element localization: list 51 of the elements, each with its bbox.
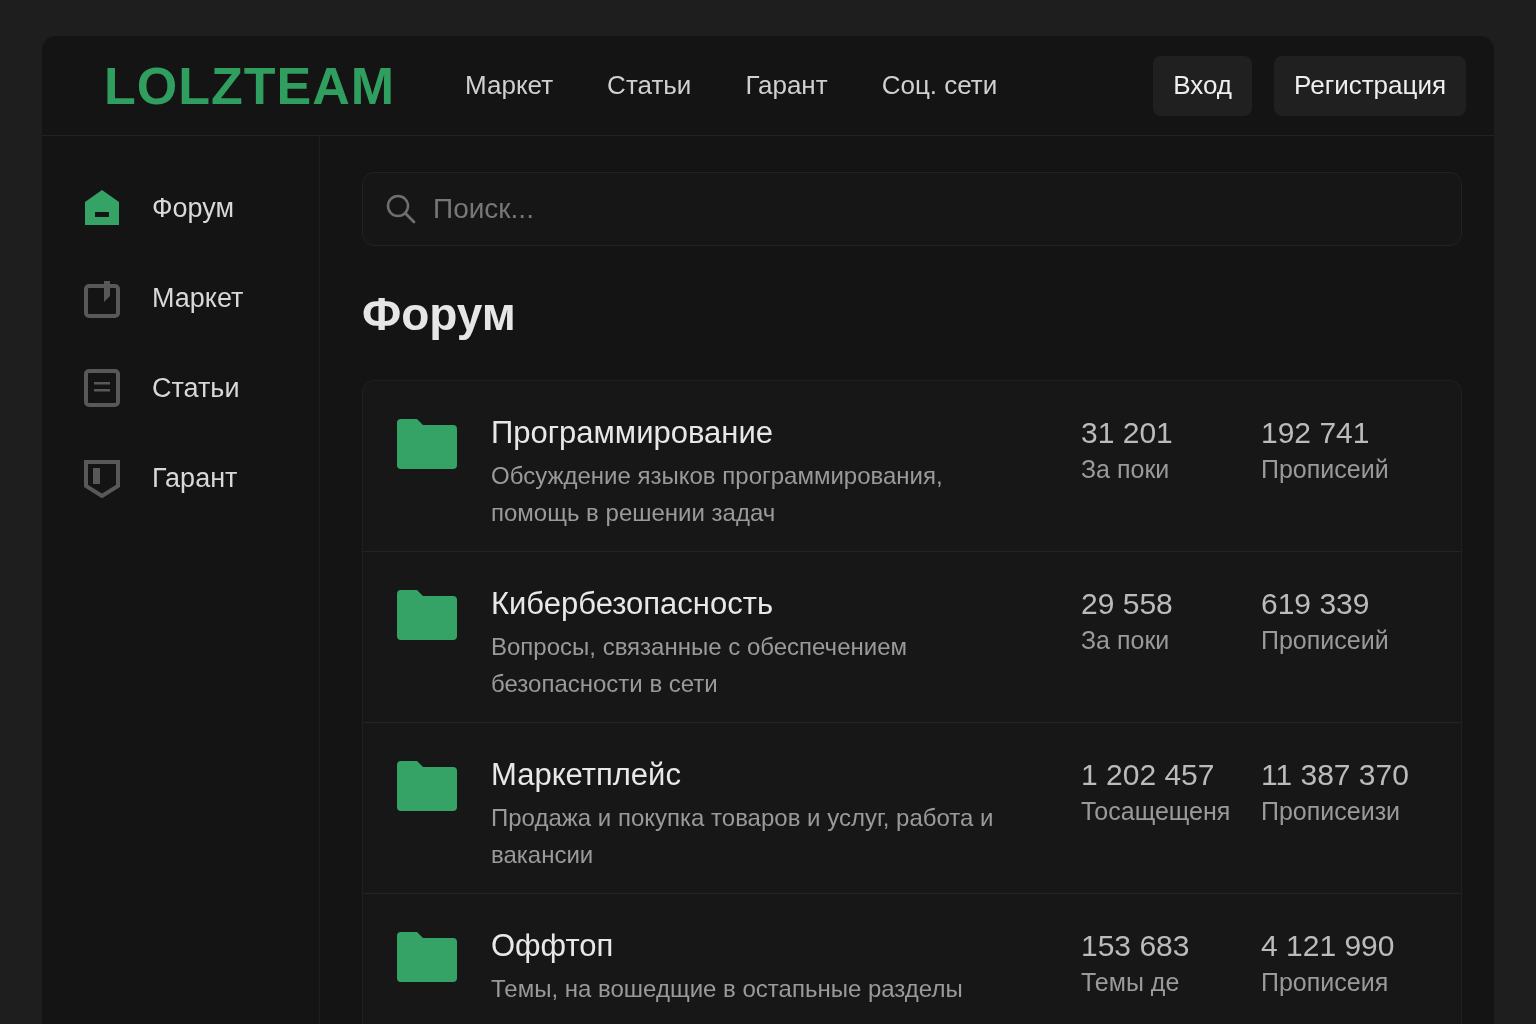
stat-label: Прописеизи — [1261, 796, 1402, 827]
folder-icon — [397, 932, 457, 982]
nav-link[interactable]: Соц. сети — [881, 70, 998, 101]
stat-label: Тосащещеня — [1081, 796, 1232, 827]
folder-icon — [397, 761, 457, 811]
sidebar-item[interactable]: Статьи — [82, 368, 319, 408]
stat-label: Прописеия — [1261, 967, 1390, 998]
stat-label: Прописеий — [1261, 625, 1390, 656]
search-input[interactable]: Поиск... — [431, 192, 1439, 226]
forum-row[interactable]: Маркетплейс Продажа и покупка товаров и услуг, работа и вакансии 1 202 457 Тосащещеня 11 387 370 Прописеизи — [363, 723, 1461, 894]
folder-icon — [397, 590, 457, 640]
forum-row[interactable]: Программирование Обсуждение языков программирования, помощь в решении задач 31 201 За поки 192 741 Прописеий — [363, 381, 1461, 552]
clipboard-icon — [82, 278, 122, 318]
document-icon — [82, 368, 122, 408]
forum-description: Вопросы, связанные с обеспечением безопасности в сети — [491, 632, 908, 699]
stat-value: 619 339 — [1261, 586, 1371, 622]
search-icon — [385, 193, 417, 225]
nav-link[interactable]: Статьи — [607, 70, 692, 101]
stat-label: Темы де — [1081, 967, 1181, 998]
sidebar-item[interactable]: Маркет — [82, 278, 319, 318]
folder-icon — [397, 419, 457, 469]
header-button[interactable]: Регистрация — [1274, 55, 1466, 116]
stat-value: 29 558 — [1081, 586, 1174, 622]
forum-row[interactable]: Кибербезопасность Вопросы, связанные с обеспечением безопасности в сети 29 558 За поки 619 339 Прописеий — [363, 552, 1461, 723]
site-logo[interactable]: LOLZTEAM — [104, 55, 396, 116]
sidebar-item[interactable]: Форум — [82, 188, 319, 228]
sidebar-item[interactable]: Гарант — [82, 458, 319, 498]
stat-value: 153 683 — [1081, 928, 1191, 964]
nav-link[interactable]: Маркет — [465, 70, 554, 101]
header-button[interactable]: Вход — [1153, 55, 1252, 116]
forum-title[interactable]: Программирование — [491, 415, 1081, 451]
forum-description: Обсуждение языков программирования, помощь в решении задач — [491, 461, 944, 528]
stat-label: За поки — [1081, 454, 1171, 485]
forum-description: Темы, на вошедщие в остапьные разделы — [491, 974, 964, 1004]
search-field[interactable]: Поиск... — [362, 172, 1462, 246]
forum-row[interactable]: Оффтоп Темы, на вошедщие в остапьные разделы 153 683 Темы де 4 121 990 Прописеия — [363, 894, 1461, 1024]
stat-value: 31 201 — [1081, 415, 1174, 451]
forum-title[interactable]: Оффтоп — [491, 928, 1081, 964]
forum-description: Продажа и покупка товаров и услуг, работа и вакансии — [491, 803, 995, 870]
stat-label: Прописеий — [1261, 454, 1390, 485]
forum-title[interactable]: Кибербезопасность — [491, 586, 1081, 622]
stat-value: 4 121 990 — [1261, 928, 1396, 964]
stat-label: За поки — [1081, 625, 1171, 656]
shield-icon — [82, 458, 122, 498]
forum-title[interactable]: Маркетплейс — [491, 757, 1081, 793]
stat-value: 11 387 370 — [1261, 757, 1410, 793]
stat-value: 192 741 — [1261, 415, 1371, 451]
page-title: Форум — [362, 287, 517, 342]
house-icon — [82, 188, 122, 228]
nav-link[interactable]: Гарант — [745, 70, 828, 101]
stat-value: 1 202 457 — [1081, 757, 1216, 793]
